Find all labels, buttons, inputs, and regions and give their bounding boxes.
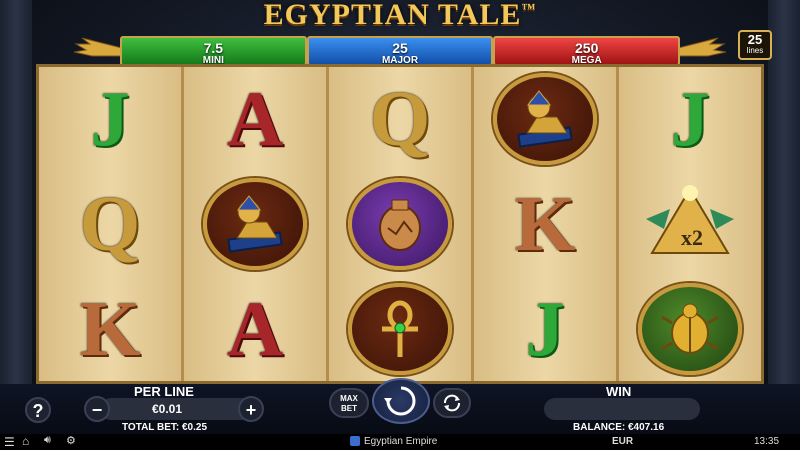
sphinx-symbol [184, 172, 326, 277]
footer-bar: ☰ ⌂ 🔊︎ ⚙ Egyptian Empire EUR 13:35 [0, 434, 800, 450]
currency: EUR [612, 436, 634, 447]
home-icon[interactable]: ⌂ [22, 434, 29, 448]
reel-1: JQK [39, 67, 184, 381]
sound-icon[interactable]: 🔊︎ [44, 434, 51, 447]
per-line-value: €0.01 [152, 402, 183, 416]
pyramid-multiplier-symbol: x2 [619, 172, 761, 277]
help-button[interactable]: ? [25, 397, 51, 423]
jackpot-mini: 7.5 MINI [120, 36, 307, 66]
settings-icon[interactable]: ⚙ [66, 434, 76, 447]
reel-4: KJ [474, 67, 619, 381]
jackpot-major: 25 MAJOR [306, 36, 494, 66]
spin-button[interactable] [372, 378, 430, 424]
sphinx-symbol [474, 67, 616, 172]
reel-3: Q [329, 67, 474, 381]
letter-k-symbol: K [514, 179, 576, 267]
decrease-bet-button[interactable]: − [84, 396, 110, 422]
multiplier-text: x2 [681, 225, 703, 250]
total-bet: TOTAL BET: €0.25 [122, 422, 208, 433]
jackpot-bar: 7.5 MINI 25 MAJOR 250 MEGA [120, 36, 681, 66]
left-wing-icon [73, 37, 122, 57]
letter-a-symbol: A [226, 284, 284, 372]
letter-j-symbol: J [90, 75, 130, 163]
letter-q-symbol: Q [369, 75, 431, 163]
scarab-symbol [619, 276, 761, 381]
letter-j-symbol: J [670, 75, 710, 163]
menu-icon[interactable]: ☰ [4, 435, 15, 449]
jackpot-mini-value: 7.5 [203, 40, 224, 56]
brand-name: Egyptian Empire [364, 436, 438, 447]
paylines-count: 25 [747, 32, 763, 47]
ankh-symbol [329, 276, 471, 381]
jackpot-mega-value: 250 [575, 40, 599, 56]
increase-bet-button[interactable]: + [238, 396, 264, 422]
reel-2: AA [184, 67, 329, 381]
max-bet-button[interactable]: MAX BET [329, 388, 369, 418]
max-bet-label-2: BET [341, 404, 357, 413]
brand-logo-icon [350, 436, 360, 446]
vase-symbol [329, 172, 471, 277]
right-wing-icon [678, 37, 727, 57]
autoplay-icon [444, 394, 460, 412]
paylines-label: lines [746, 46, 764, 55]
letter-q-symbol: Q [79, 179, 141, 267]
clock: 13:35 [754, 436, 780, 447]
left-pillar [0, 0, 32, 450]
jackpot-major-value: 25 [392, 40, 408, 56]
reel-5: Jx2 [619, 67, 761, 381]
paylines-badge: 25 lines [738, 30, 772, 60]
per-line-label: PER LINE [134, 384, 194, 399]
max-bet-label-1: MAX [340, 394, 358, 403]
win-display [544, 398, 700, 420]
balance: BALANCE: €407.16 [573, 422, 665, 433]
jackpot-mega: 250 MEGA [493, 36, 681, 66]
spin-icon [384, 386, 416, 416]
right-pillar [768, 0, 800, 450]
autoplay-button[interactable] [433, 388, 471, 418]
reel-grid: J Q K A A Q K J Jx2 [36, 64, 764, 384]
letter-j-symbol: J [525, 284, 565, 372]
win-label: WIN [606, 384, 632, 399]
letter-k-symbol: K [79, 284, 141, 372]
letter-a-symbol: A [226, 75, 284, 163]
game-title: EGYPTIAN TALE™ [263, 0, 537, 31]
